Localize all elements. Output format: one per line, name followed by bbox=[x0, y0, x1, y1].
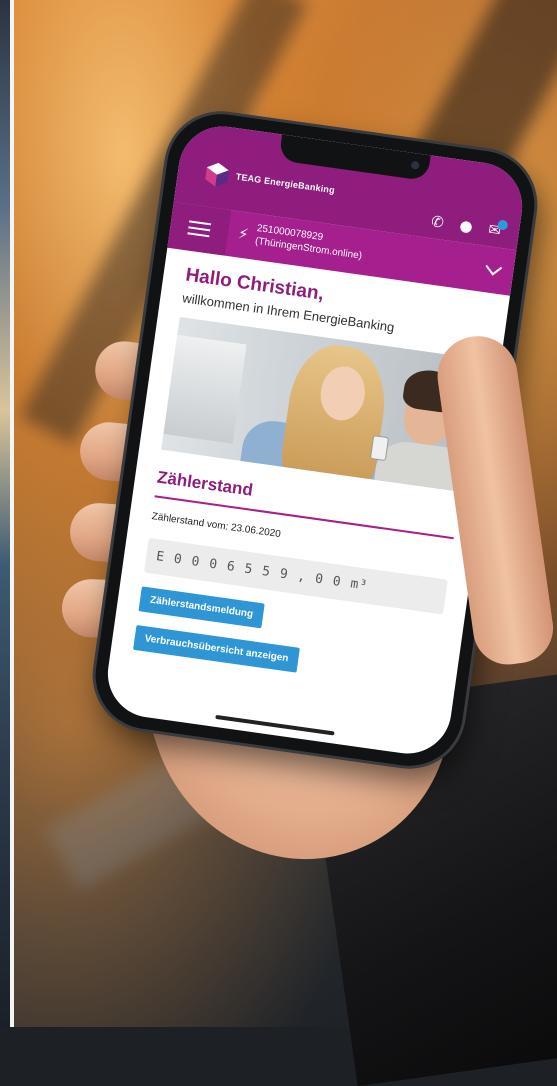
hamburger-menu-icon[interactable] bbox=[167, 202, 232, 256]
meter-digit: 0 bbox=[172, 551, 184, 568]
brand-name: TEAG EnergieBanking bbox=[235, 171, 336, 196]
hero-phone bbox=[369, 435, 390, 462]
meter-unit: m³ bbox=[349, 576, 369, 594]
meter-decimal: 0 bbox=[314, 571, 325, 588]
consumption-overview-button[interactable]: Verbrauchsübersicht anzeigen bbox=[133, 624, 300, 673]
hero-kitchen bbox=[163, 334, 247, 444]
meter-digit: 9 bbox=[278, 566, 290, 583]
meter-decimal: 0 bbox=[331, 573, 343, 591]
meter-separator: , bbox=[296, 568, 308, 586]
teag-logo-icon bbox=[205, 162, 229, 187]
header-icons: ✆ ● ✉ bbox=[430, 212, 509, 240]
meter-digit: 0 bbox=[208, 556, 219, 573]
chevron-down-icon[interactable] bbox=[485, 258, 503, 276]
home-indicator bbox=[215, 714, 335, 736]
mail-icon[interactable]: ✉ bbox=[487, 219, 509, 240]
contract-info: 251000078929 (ThüringenStrom.online) bbox=[254, 222, 364, 263]
notification-dot bbox=[497, 219, 509, 231]
phone-icon[interactable]: ✆ bbox=[430, 212, 445, 232]
meter-digit: 0 bbox=[190, 554, 202, 571]
meter-digit: 5 bbox=[261, 563, 272, 581]
meter-digit: 6 bbox=[225, 559, 237, 576]
user-icon[interactable]: ● bbox=[458, 216, 473, 236]
hero-photo bbox=[161, 316, 479, 492]
meter-prefix: E bbox=[155, 549, 167, 566]
meter-digit: 5 bbox=[243, 561, 255, 578]
lightning-icon: ⚡ bbox=[236, 224, 250, 244]
